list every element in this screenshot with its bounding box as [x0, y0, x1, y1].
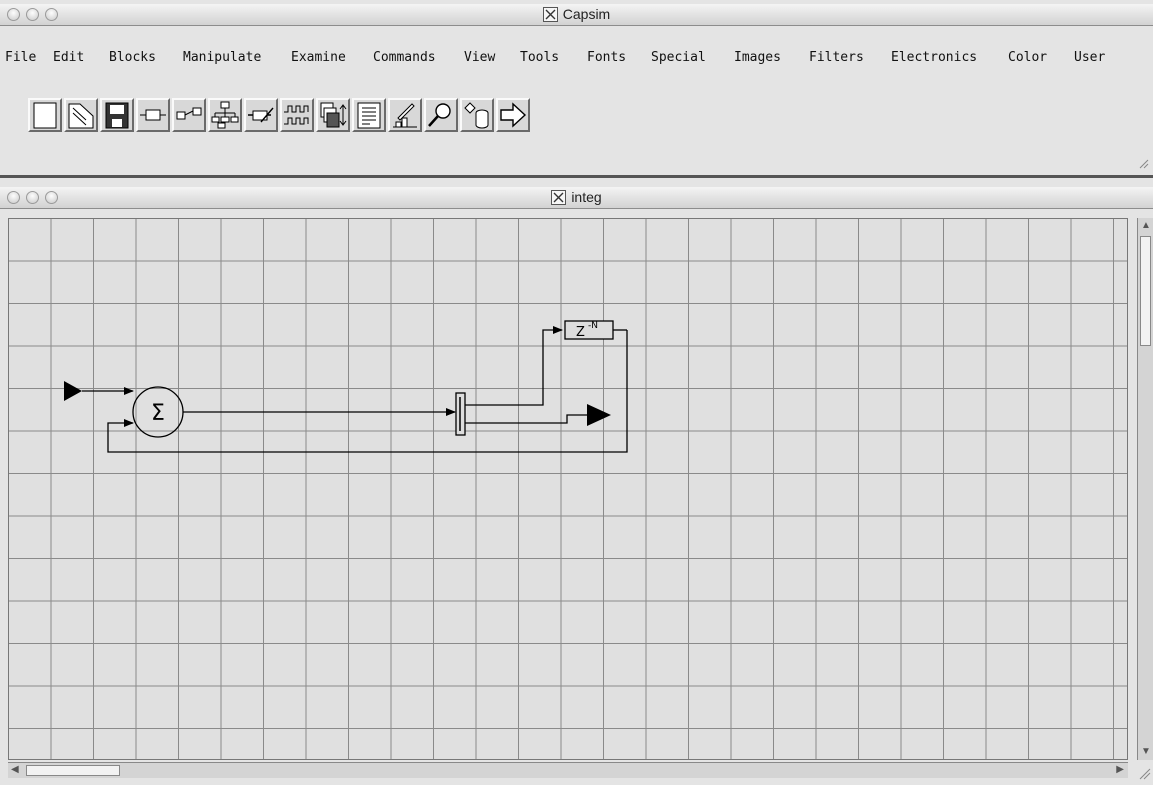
- menu-user[interactable]: User: [1074, 50, 1105, 65]
- plot-draw-icon[interactable]: [388, 98, 422, 132]
- window-title: Capsim: [562, 6, 611, 22]
- resize-grip-icon[interactable]: [1139, 159, 1149, 169]
- diagram: Σ Z -N: [64, 320, 628, 453]
- block-diagram-canvas[interactable]: Σ Z -N: [8, 218, 1128, 760]
- wire: [465, 414, 587, 424]
- scroll-up-icon[interactable]: ▲: [1141, 221, 1151, 231]
- connect-blocks-icon[interactable]: [172, 98, 206, 132]
- x11-icon: [551, 190, 567, 205]
- save-disk-icon[interactable]: [100, 98, 134, 132]
- scroll-left-icon[interactable]: ◀: [11, 765, 19, 775]
- menu-bar: File Edit Blocks Manipulate Examine Comm…: [0, 42, 1153, 82]
- capsim-titlebar[interactable]: Capsim: [0, 4, 1153, 26]
- search-magnifier-icon[interactable]: [424, 98, 458, 132]
- scroll-down-icon[interactable]: ▼: [1141, 747, 1151, 757]
- toolbar: [0, 82, 1153, 178]
- block-icon[interactable]: [136, 98, 170, 132]
- forward-arrow-icon[interactable]: [496, 98, 530, 132]
- scroll-right-icon[interactable]: ▶: [1116, 765, 1124, 775]
- menu-blocks[interactable]: Blocks: [109, 50, 156, 65]
- menu-view[interactable]: View: [464, 50, 495, 65]
- menu-manipulate[interactable]: Manipulate: [183, 50, 261, 65]
- output-sink-icon[interactable]: [587, 404, 611, 426]
- x11-icon: [542, 7, 558, 22]
- menu-examine[interactable]: Examine: [291, 50, 346, 65]
- pages-sort-icon[interactable]: [316, 98, 350, 132]
- open-folder-icon[interactable]: [64, 98, 98, 132]
- waveform-icon[interactable]: [280, 98, 314, 132]
- new-file-icon[interactable]: [28, 98, 62, 132]
- menu-fonts[interactable]: Fonts: [587, 50, 626, 65]
- vertical-scrollbar[interactable]: ▲ ▼: [1137, 218, 1153, 760]
- wire: [465, 326, 563, 406]
- menu-electronics[interactable]: Electronics: [891, 50, 977, 65]
- menu-file[interactable]: File: [5, 50, 36, 65]
- delay-exponent: -N: [588, 321, 598, 331]
- text-list-icon[interactable]: [352, 98, 386, 132]
- menu-color[interactable]: Color: [1008, 50, 1047, 65]
- horizontal-scroll-thumb[interactable]: [26, 765, 120, 776]
- sum-symbol: Σ: [151, 401, 165, 426]
- horizontal-scrollbar[interactable]: ◀ ▶: [8, 762, 1128, 778]
- integ-title: integ: [0, 189, 1153, 205]
- menu-commands[interactable]: Commands: [373, 50, 436, 65]
- edit-block-icon[interactable]: [244, 98, 278, 132]
- integ-titlebar[interactable]: integ: [0, 187, 1153, 209]
- resize-grip-icon[interactable]: [1139, 768, 1151, 780]
- window-title: integ: [571, 189, 602, 205]
- menu-edit[interactable]: Edit: [53, 50, 84, 65]
- database-icon[interactable]: [460, 98, 494, 132]
- menu-filters[interactable]: Filters: [809, 50, 864, 65]
- capsim-title: Capsim: [0, 6, 1153, 22]
- hierarchy-icon[interactable]: [208, 98, 242, 132]
- delay-label: Z: [576, 325, 585, 340]
- menu-tools[interactable]: Tools: [520, 50, 559, 65]
- vertical-scroll-thumb[interactable]: [1140, 236, 1151, 346]
- menu-images[interactable]: Images: [734, 50, 781, 65]
- menu-special[interactable]: Special: [651, 50, 706, 65]
- feedback-wire: [107, 330, 628, 453]
- input-source-icon[interactable]: [64, 381, 82, 401]
